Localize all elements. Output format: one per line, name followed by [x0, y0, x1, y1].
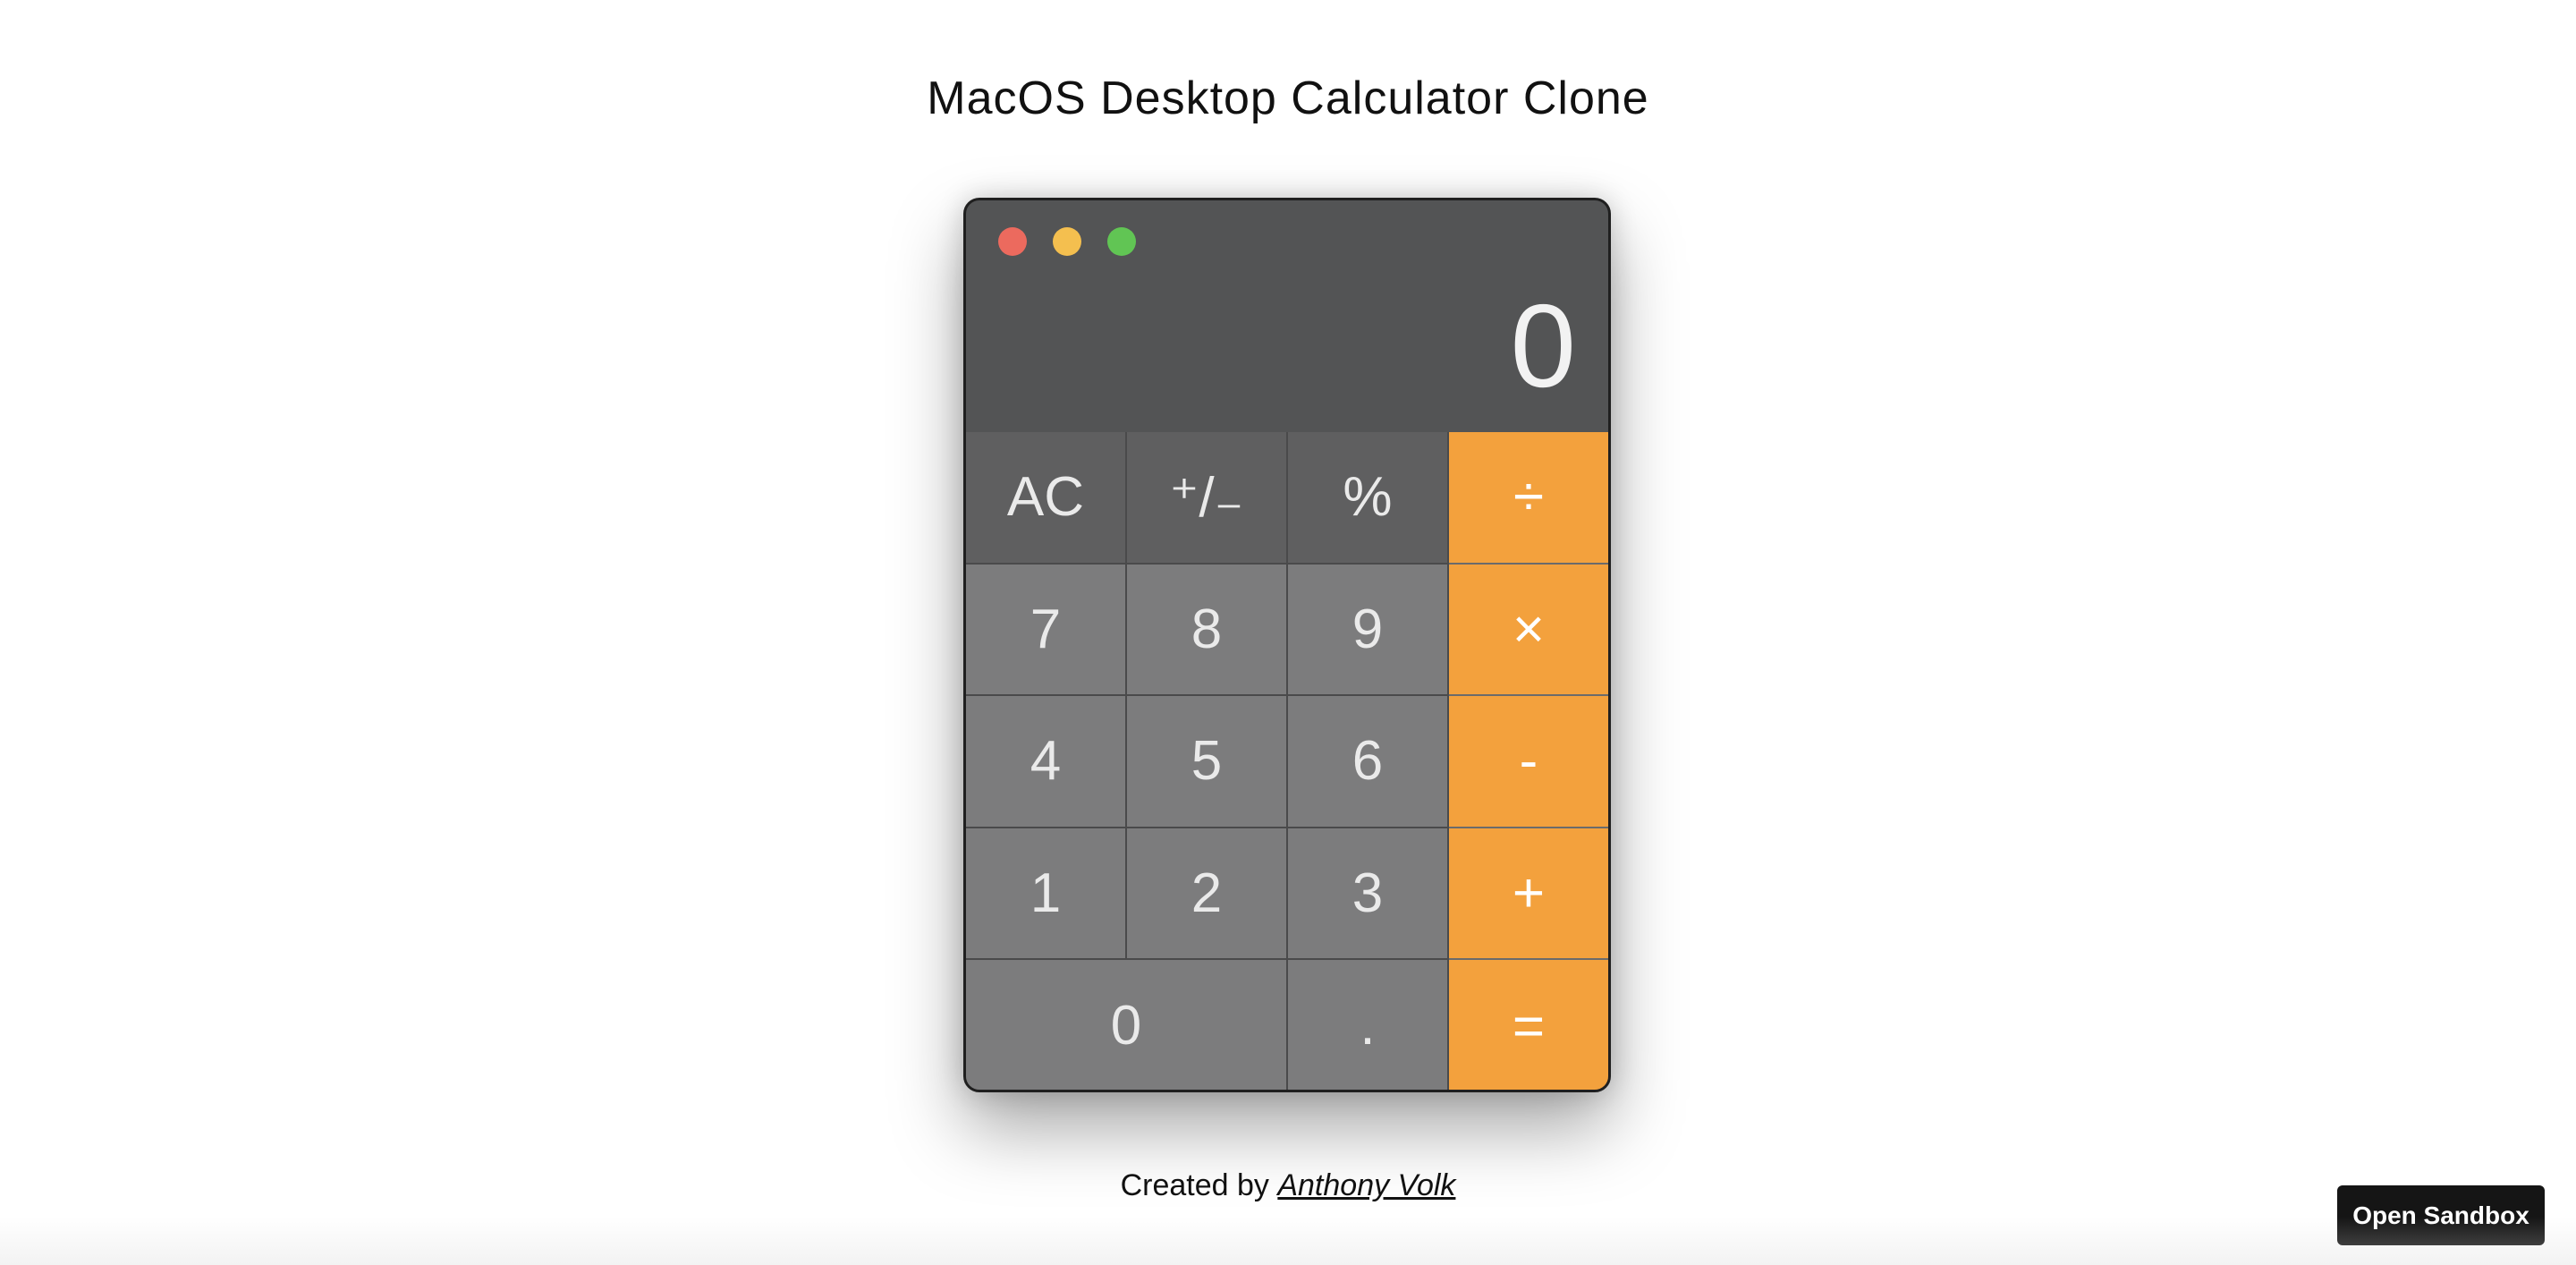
digit-3-button[interactable]: 3	[1288, 828, 1449, 961]
bottom-fade	[0, 1217, 2576, 1265]
page: MacOS Desktop Calculator Clone 0 AC ⁺/₋ …	[0, 0, 2576, 1265]
digit-0-button[interactable]: 0	[966, 960, 1288, 1090]
title-bar	[966, 200, 1608, 272]
digit-7-button[interactable]: 7	[966, 564, 1127, 697]
close-window-button[interactable]	[998, 227, 1027, 256]
equals-button[interactable]: =	[1449, 960, 1608, 1090]
created-by-label: Created by	[1120, 1168, 1269, 1202]
author-link[interactable]: Anthony Volk	[1277, 1168, 1455, 1202]
keypad: AC ⁺/₋ % ÷ 7 8 9 × 4 5 6 - 1 2 3 + 0 . =	[966, 432, 1608, 1090]
digit-2-button[interactable]: 2	[1127, 828, 1288, 961]
digit-9-button[interactable]: 9	[1288, 564, 1449, 697]
maximize-window-button[interactable]	[1107, 227, 1136, 256]
calculator-display: 0	[1510, 280, 1576, 412]
percent-button[interactable]: %	[1288, 432, 1449, 565]
decimal-button[interactable]: .	[1288, 960, 1449, 1090]
divide-button[interactable]: ÷	[1449, 432, 1608, 565]
calculator-window: 0 AC ⁺/₋ % ÷ 7 8 9 × 4 5 6 - 1 2 3 + 0 .…	[963, 198, 1611, 1092]
digit-4-button[interactable]: 4	[966, 696, 1127, 828]
add-button[interactable]: +	[1449, 828, 1608, 961]
digit-8-button[interactable]: 8	[1127, 564, 1288, 697]
open-sandbox-button[interactable]: Open Sandbox	[2337, 1185, 2545, 1245]
digit-1-button[interactable]: 1	[966, 828, 1127, 961]
digit-5-button[interactable]: 5	[1127, 696, 1288, 828]
page-title: MacOS Desktop Calculator Clone	[927, 72, 1649, 124]
digit-6-button[interactable]: 6	[1288, 696, 1449, 828]
ac-button[interactable]: AC	[966, 432, 1127, 565]
footer-credit: Created by Anthony Volk	[0, 1160, 2576, 1210]
multiply-button[interactable]: ×	[1449, 564, 1608, 697]
subtract-button[interactable]: -	[1449, 696, 1608, 828]
plus-minus-button[interactable]: ⁺/₋	[1127, 432, 1288, 565]
minimize-window-button[interactable]	[1053, 227, 1081, 256]
